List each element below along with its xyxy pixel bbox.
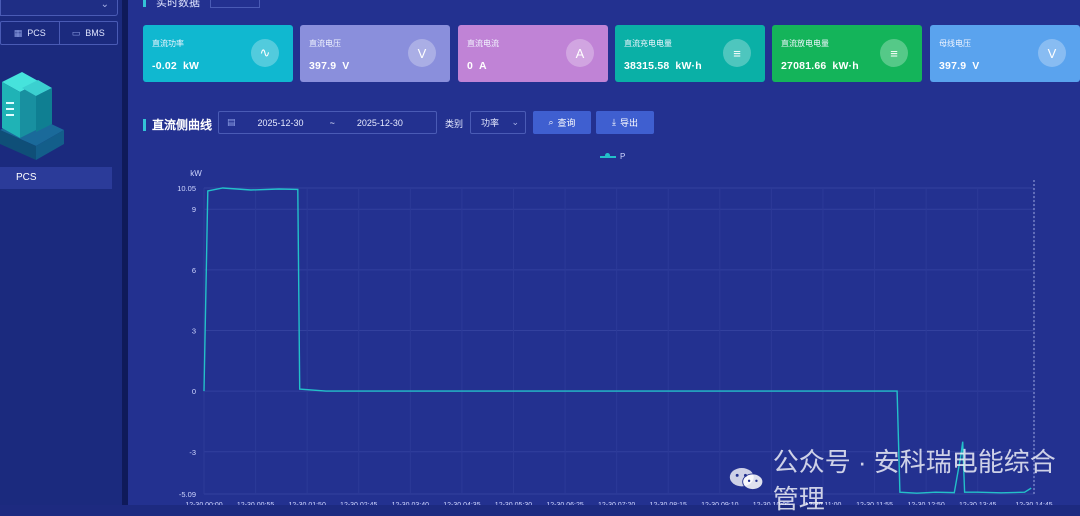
tab-pcs-label: PCS — [27, 28, 46, 38]
chevron-down-icon: ⌄ — [100, 0, 109, 10]
battery-icon: ▭ — [71, 27, 81, 38]
power-chart: kW10.059630-3-5.0912-30 00:0012-30 00:55… — [177, 169, 1053, 505]
y-tick-label: 9 — [192, 205, 196, 214]
y-tick-label: 3 — [192, 326, 196, 335]
main-panel: 实时数据 直流功率 -0.02 kW ∿ 直流电压 397.9 V V 直流电流 0 A A 直流充电电… — [128, 0, 1080, 514]
sidebar: ⌄ ▦ PCS ▭ BMS PCS — [0, 0, 122, 505]
device-tabs: ▦ PCS ▭ BMS — [0, 21, 118, 45]
wechat-logo-icon — [729, 467, 764, 491]
y-tick-label: 0 — [192, 387, 196, 396]
y-tick-label: 6 — [192, 266, 196, 275]
y-tick-label: -5.09 — [179, 490, 196, 499]
tab-bms-label: BMS — [85, 28, 105, 38]
station-select[interactable]: ⌄ — [0, 0, 118, 16]
y-axis-label: kW — [190, 169, 202, 178]
y-tick-label: 10.05 — [177, 184, 196, 193]
monitor-icon: ▦ — [13, 27, 23, 38]
tab-bms[interactable]: ▭ BMS — [58, 22, 118, 44]
pcs-cabinet-icon — [0, 72, 64, 160]
sidebar-item-pcs[interactable]: PCS — [0, 167, 112, 189]
y-tick-label: -3 — [189, 448, 196, 457]
tab-pcs[interactable]: ▦ PCS — [1, 22, 59, 44]
